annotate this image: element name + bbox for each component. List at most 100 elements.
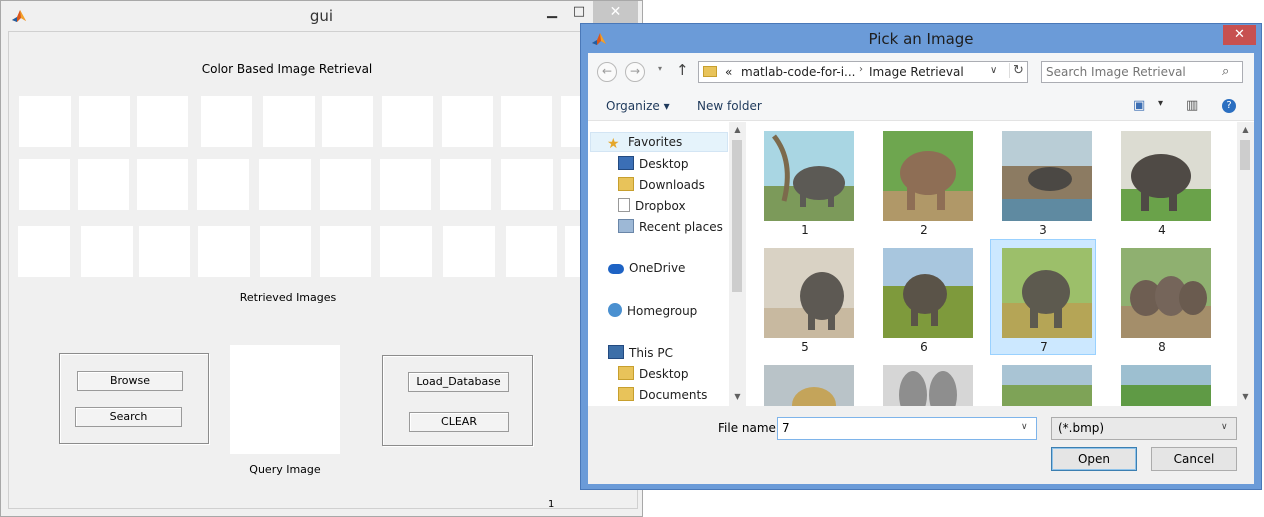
load-database-button[interactable]: Load_Database: [408, 372, 509, 392]
refresh-icon[interactable]: ↻: [1009, 63, 1027, 78]
file-name-label: File name:: [718, 421, 780, 435]
scrollbar-thumb[interactable]: [732, 140, 742, 292]
address-bar[interactable]: « matlab-code-for-i... › Image Retrieval…: [698, 61, 1028, 83]
nav-item-onedrive[interactable]: OneDrive: [608, 261, 685, 279]
forward-button[interactable]: →: [625, 62, 645, 82]
change-view-icon[interactable]: ▣: [1133, 98, 1145, 113]
cloud-icon: [608, 264, 624, 274]
file-item-selected[interactable]: 7: [990, 239, 1096, 355]
search-icon[interactable]: ⌕: [1222, 64, 1229, 79]
folder-icon: [618, 366, 634, 380]
database-panel: [382, 355, 533, 446]
organize-menu[interactable]: Organize ▾: [606, 99, 670, 113]
retrieved-image-slot: [263, 96, 315, 147]
clear-button[interactable]: CLEAR: [409, 412, 509, 432]
retrieved-image-slot: [81, 226, 133, 277]
retrieved-image-slot: [137, 159, 188, 210]
image-thumbnail: [883, 365, 973, 406]
file-name: 5: [801, 340, 809, 354]
chevron-right-icon[interactable]: ›: [859, 64, 863, 75]
nav-item-this-pc[interactable]: This PC: [608, 345, 673, 363]
gui-window: gui ▁ □ ✕ Color Based Image Retrieval Re…: [0, 0, 643, 517]
search-button[interactable]: Search: [75, 407, 182, 427]
computer-icon: [608, 345, 624, 359]
retrieved-images-label: Retrieved Images: [239, 291, 337, 304]
address-overflow-button[interactable]: «: [725, 65, 732, 79]
gui-figure: Color Based Image Retrieval Retrieved Im…: [8, 31, 638, 510]
dialog-title: Pick an Image: [868, 30, 974, 48]
help-icon[interactable]: ?: [1222, 99, 1236, 113]
search-box[interactable]: ⌕: [1041, 61, 1243, 83]
downloads-icon: [618, 177, 634, 191]
navigation-pane: ★ Favorites Desktop Downloads Dropbox Rec…: [588, 122, 743, 406]
scrollbar-thumb[interactable]: [1240, 140, 1250, 170]
dialog-footer: File name: ∨ (*.bmp) ∨ Open Cancel: [588, 406, 1254, 484]
breadcrumb-segment[interactable]: matlab-code-for-i...: [741, 65, 856, 79]
nav-pane-scrollbar[interactable]: ▲ ▼: [729, 122, 746, 406]
scroll-up-arrow[interactable]: ▲: [729, 125, 746, 134]
retrieved-image-slot: [442, 96, 493, 147]
recent-locations-dropdown[interactable]: ▾: [658, 64, 662, 73]
file-item[interactable]: [871, 356, 977, 406]
gui-titlebar[interactable]: gui ▁ □ ✕: [1, 1, 642, 31]
file-type-select[interactable]: (*.bmp) ∨: [1051, 417, 1237, 440]
nav-item-homegroup[interactable]: Homegroup: [608, 303, 697, 321]
view-dropdown-icon[interactable]: ▾: [1158, 98, 1163, 109]
file-type-value: (*.bmp): [1058, 421, 1105, 435]
breadcrumb-segment[interactable]: Image Retrieval: [869, 65, 964, 79]
up-button[interactable]: ↑: [676, 61, 689, 79]
chevron-down-icon[interactable]: ∨: [1021, 422, 1028, 432]
retrieved-image-slot: [501, 159, 553, 210]
file-item[interactable]: 1: [752, 122, 858, 238]
file-item[interactable]: [752, 356, 858, 406]
file-item[interactable]: [990, 356, 1096, 406]
file-item[interactable]: 6: [871, 239, 977, 355]
back-button[interactable]: ←: [597, 62, 617, 82]
nav-item-downloads[interactable]: Downloads: [618, 177, 705, 195]
query-image-label: Query Image: [249, 463, 321, 476]
nav-item-recent-places[interactable]: Recent places: [618, 219, 723, 237]
cancel-button[interactable]: Cancel: [1151, 447, 1237, 471]
dialog-content: ← → ▾ ↑ « matlab-code-for-i... › Image R…: [588, 53, 1254, 484]
new-folder-button[interactable]: New folder: [697, 99, 762, 113]
image-thumbnail: [764, 365, 854, 406]
open-button[interactable]: Open: [1051, 447, 1137, 471]
file-item[interactable]: 3: [990, 122, 1096, 238]
retrieved-image-slot: [320, 226, 371, 277]
desktop-icon: [618, 156, 634, 170]
file-name-field[interactable]: ∨: [777, 417, 1037, 440]
address-dropdown-icon[interactable]: ∨: [990, 65, 997, 76]
file-item[interactable]: 2: [871, 122, 977, 238]
scroll-up-arrow[interactable]: ▲: [1237, 125, 1254, 134]
scroll-down-arrow[interactable]: ▼: [729, 392, 746, 401]
image-thumbnail: [883, 248, 973, 338]
maximize-button[interactable]: □: [566, 1, 592, 23]
search-input[interactable]: [1046, 64, 1216, 80]
nav-item-favorites[interactable]: ★ Favorites: [590, 132, 728, 152]
nav-item-pc-desktop[interactable]: Desktop: [618, 366, 689, 384]
browse-button[interactable]: Browse: [77, 371, 183, 391]
dialog-close-button[interactable]: ✕: [1223, 25, 1256, 45]
file-item[interactable]: 5: [752, 239, 858, 355]
close-button[interactable]: ✕: [593, 1, 638, 23]
chevron-down-icon[interactable]: ∨: [1221, 422, 1228, 432]
dialog-titlebar[interactable]: Pick an Image ✕: [581, 24, 1261, 53]
nav-item-documents[interactable]: Documents: [618, 387, 707, 405]
folder-icon: [618, 387, 634, 401]
file-item[interactable]: 4: [1109, 122, 1215, 238]
retrieved-image-slot: [380, 159, 431, 210]
file-list-scrollbar[interactable]: ▲ ▼: [1237, 122, 1254, 406]
minimize-button[interactable]: ▁: [539, 1, 565, 23]
nav-item-dropbox[interactable]: Dropbox: [618, 198, 686, 216]
scroll-down-arrow[interactable]: ▼: [1237, 392, 1254, 401]
retrieved-image-slot: [197, 159, 249, 210]
file-name-input[interactable]: [782, 421, 1012, 435]
image-thumbnail: [1002, 131, 1092, 221]
file-item[interactable]: 8: [1109, 239, 1215, 355]
retrieved-image-slot: [382, 96, 433, 147]
file-item[interactable]: [1109, 356, 1215, 406]
preview-pane-icon[interactable]: ▥: [1186, 98, 1198, 113]
nav-item-label: OneDrive: [629, 261, 686, 275]
nav-item-desktop[interactable]: Desktop: [618, 156, 689, 174]
retrieved-image-slot: [260, 226, 311, 277]
